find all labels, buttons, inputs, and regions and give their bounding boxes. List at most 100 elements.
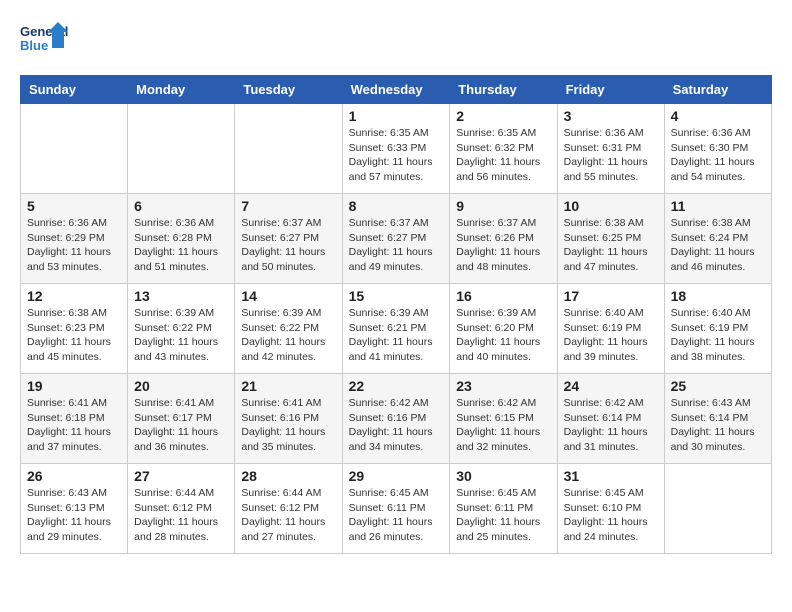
calendar-cell: 15 Sunrise: 6:39 AM Sunset: 6:21 PM Dayl… (342, 284, 450, 374)
weekday-header-tuesday: Tuesday (235, 76, 342, 104)
day-number: 19 (27, 378, 121, 394)
calendar-cell (664, 464, 771, 554)
day-number: 5 (27, 198, 121, 214)
calendar-cell: 2 Sunrise: 6:35 AM Sunset: 6:32 PM Dayli… (450, 104, 557, 194)
day-info: Sunrise: 6:40 AM Sunset: 6:19 PM Dayligh… (671, 306, 765, 365)
sunset-label: Sunset: 6:19 PM (671, 322, 749, 334)
calendar-week-3: 12 Sunrise: 6:38 AM Sunset: 6:23 PM Dayl… (21, 284, 772, 374)
daylight-label: Daylight: 11 hours and 56 minutes. (456, 156, 540, 183)
sunrise-label: Sunrise: 6:38 AM (27, 307, 107, 319)
sunset-label: Sunset: 6:24 PM (671, 232, 749, 244)
sunset-label: Sunset: 6:18 PM (27, 412, 105, 424)
calendar-cell: 23 Sunrise: 6:42 AM Sunset: 6:15 PM Dayl… (450, 374, 557, 464)
calendar-cell: 26 Sunrise: 6:43 AM Sunset: 6:13 PM Dayl… (21, 464, 128, 554)
day-number: 4 (671, 108, 765, 124)
daylight-label: Daylight: 11 hours and 31 minutes. (564, 426, 648, 453)
sunrise-label: Sunrise: 6:41 AM (241, 397, 321, 409)
day-info: Sunrise: 6:39 AM Sunset: 6:22 PM Dayligh… (134, 306, 228, 365)
sunrise-label: Sunrise: 6:44 AM (241, 487, 321, 499)
day-info: Sunrise: 6:44 AM Sunset: 6:12 PM Dayligh… (134, 486, 228, 545)
sunrise-label: Sunrise: 6:36 AM (564, 127, 644, 139)
sunset-label: Sunset: 6:31 PM (564, 142, 642, 154)
day-info: Sunrise: 6:42 AM Sunset: 6:15 PM Dayligh… (456, 396, 550, 455)
daylight-label: Daylight: 11 hours and 43 minutes. (134, 336, 218, 363)
daylight-label: Daylight: 11 hours and 40 minutes. (456, 336, 540, 363)
day-number: 21 (241, 378, 335, 394)
daylight-label: Daylight: 11 hours and 46 minutes. (671, 246, 755, 273)
sunrise-label: Sunrise: 6:42 AM (349, 397, 429, 409)
day-number: 2 (456, 108, 550, 124)
sunset-label: Sunset: 6:14 PM (671, 412, 749, 424)
day-info: Sunrise: 6:38 AM Sunset: 6:24 PM Dayligh… (671, 216, 765, 275)
sunrise-label: Sunrise: 6:37 AM (349, 217, 429, 229)
daylight-label: Daylight: 11 hours and 29 minutes. (27, 516, 111, 543)
calendar: SundayMondayTuesdayWednesdayThursdayFrid… (20, 75, 772, 554)
day-info: Sunrise: 6:39 AM Sunset: 6:21 PM Dayligh… (349, 306, 444, 365)
calendar-cell: 16 Sunrise: 6:39 AM Sunset: 6:20 PM Dayl… (450, 284, 557, 374)
calendar-cell: 29 Sunrise: 6:45 AM Sunset: 6:11 PM Dayl… (342, 464, 450, 554)
sunset-label: Sunset: 6:16 PM (241, 412, 319, 424)
calendar-cell: 5 Sunrise: 6:36 AM Sunset: 6:29 PM Dayli… (21, 194, 128, 284)
day-number: 27 (134, 468, 228, 484)
day-number: 30 (456, 468, 550, 484)
sunset-label: Sunset: 6:27 PM (241, 232, 319, 244)
sunrise-label: Sunrise: 6:39 AM (456, 307, 536, 319)
calendar-cell: 17 Sunrise: 6:40 AM Sunset: 6:19 PM Dayl… (557, 284, 664, 374)
sunset-label: Sunset: 6:28 PM (134, 232, 212, 244)
sunrise-label: Sunrise: 6:41 AM (27, 397, 107, 409)
daylight-label: Daylight: 11 hours and 27 minutes. (241, 516, 325, 543)
day-number: 17 (564, 288, 658, 304)
sunrise-label: Sunrise: 6:45 AM (349, 487, 429, 499)
sunset-label: Sunset: 6:12 PM (241, 502, 319, 514)
day-info: Sunrise: 6:42 AM Sunset: 6:16 PM Dayligh… (349, 396, 444, 455)
sunrise-label: Sunrise: 6:45 AM (564, 487, 644, 499)
weekday-header-sunday: Sunday (21, 76, 128, 104)
calendar-cell: 28 Sunrise: 6:44 AM Sunset: 6:12 PM Dayl… (235, 464, 342, 554)
day-info: Sunrise: 6:38 AM Sunset: 6:25 PM Dayligh… (564, 216, 658, 275)
day-info: Sunrise: 6:39 AM Sunset: 6:20 PM Dayligh… (456, 306, 550, 365)
sunrise-label: Sunrise: 6:35 AM (456, 127, 536, 139)
day-number: 15 (349, 288, 444, 304)
weekday-header-friday: Friday (557, 76, 664, 104)
day-info: Sunrise: 6:41 AM Sunset: 6:18 PM Dayligh… (27, 396, 121, 455)
daylight-label: Daylight: 11 hours and 28 minutes. (134, 516, 218, 543)
day-number: 31 (564, 468, 658, 484)
day-number: 25 (671, 378, 765, 394)
daylight-label: Daylight: 11 hours and 55 minutes. (564, 156, 648, 183)
calendar-body: 1 Sunrise: 6:35 AM Sunset: 6:33 PM Dayli… (21, 104, 772, 554)
day-number: 7 (241, 198, 335, 214)
day-number: 10 (564, 198, 658, 214)
day-info: Sunrise: 6:36 AM Sunset: 6:30 PM Dayligh… (671, 126, 765, 185)
sunrise-label: Sunrise: 6:36 AM (134, 217, 214, 229)
calendar-cell: 1 Sunrise: 6:35 AM Sunset: 6:33 PM Dayli… (342, 104, 450, 194)
day-number: 24 (564, 378, 658, 394)
day-info: Sunrise: 6:37 AM Sunset: 6:26 PM Dayligh… (456, 216, 550, 275)
calendar-cell: 19 Sunrise: 6:41 AM Sunset: 6:18 PM Dayl… (21, 374, 128, 464)
sunset-label: Sunset: 6:20 PM (456, 322, 534, 334)
sunset-label: Sunset: 6:11 PM (349, 502, 426, 514)
calendar-cell: 11 Sunrise: 6:38 AM Sunset: 6:24 PM Dayl… (664, 194, 771, 284)
calendar-cell: 9 Sunrise: 6:37 AM Sunset: 6:26 PM Dayli… (450, 194, 557, 284)
day-info: Sunrise: 6:37 AM Sunset: 6:27 PM Dayligh… (241, 216, 335, 275)
daylight-label: Daylight: 11 hours and 57 minutes. (349, 156, 433, 183)
calendar-week-5: 26 Sunrise: 6:43 AM Sunset: 6:13 PM Dayl… (21, 464, 772, 554)
weekday-header-saturday: Saturday (664, 76, 771, 104)
day-number: 26 (27, 468, 121, 484)
calendar-week-4: 19 Sunrise: 6:41 AM Sunset: 6:18 PM Dayl… (21, 374, 772, 464)
calendar-cell: 3 Sunrise: 6:36 AM Sunset: 6:31 PM Dayli… (557, 104, 664, 194)
sunrise-label: Sunrise: 6:37 AM (241, 217, 321, 229)
day-info: Sunrise: 6:36 AM Sunset: 6:29 PM Dayligh… (27, 216, 121, 275)
sunrise-label: Sunrise: 6:42 AM (456, 397, 536, 409)
sunset-label: Sunset: 6:27 PM (349, 232, 427, 244)
sunrise-label: Sunrise: 6:43 AM (27, 487, 107, 499)
sunrise-label: Sunrise: 6:41 AM (134, 397, 214, 409)
day-number: 9 (456, 198, 550, 214)
daylight-label: Daylight: 11 hours and 54 minutes. (671, 156, 755, 183)
day-number: 22 (349, 378, 444, 394)
daylight-label: Daylight: 11 hours and 38 minutes. (671, 336, 755, 363)
sunset-label: Sunset: 6:10 PM (564, 502, 642, 514)
sunrise-label: Sunrise: 6:39 AM (349, 307, 429, 319)
sunrise-label: Sunrise: 6:40 AM (671, 307, 751, 319)
daylight-label: Daylight: 11 hours and 51 minutes. (134, 246, 218, 273)
daylight-label: Daylight: 11 hours and 48 minutes. (456, 246, 540, 273)
